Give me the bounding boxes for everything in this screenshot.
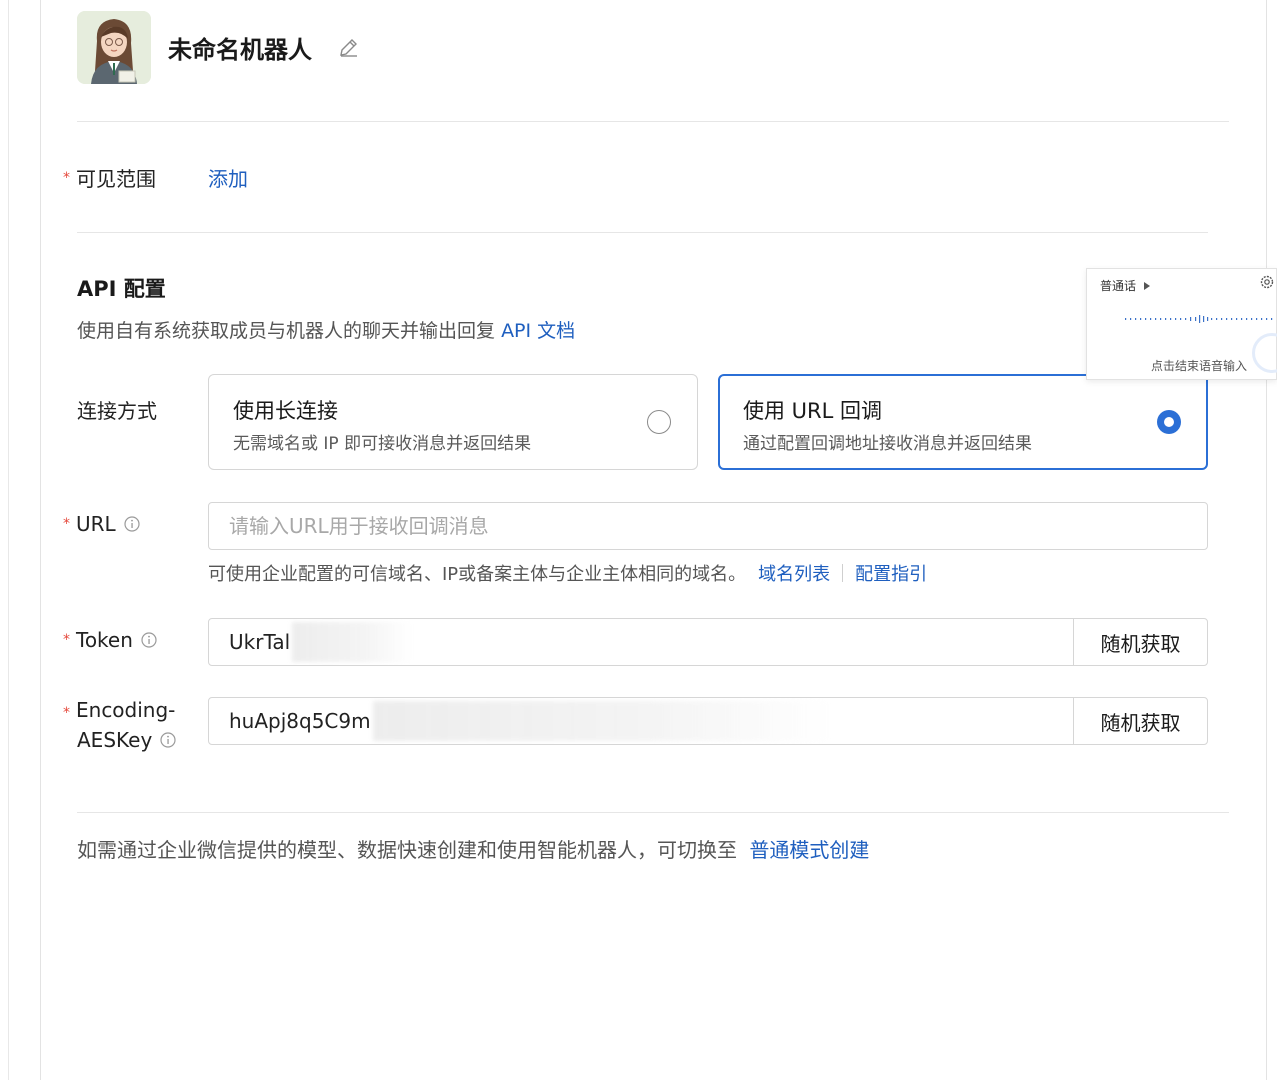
footer-divider bbox=[77, 812, 1229, 813]
page-left-border bbox=[8, 0, 9, 1080]
required-mark: * bbox=[63, 632, 70, 648]
connection-option-title: 使用 URL 回调 bbox=[743, 399, 883, 423]
api-section-title: API 配置 bbox=[77, 277, 166, 301]
info-icon[interactable] bbox=[141, 632, 157, 648]
panel-left-border bbox=[40, 0, 41, 1080]
url-hint-text: 可使用企业配置的可信域名、IP或备案主体与企业主体相同的域名。 bbox=[208, 564, 747, 585]
required-mark: * bbox=[63, 516, 70, 532]
visibility-row: * 可见范围 bbox=[63, 163, 156, 192]
add-visibility-link[interactable]: 添加 bbox=[208, 163, 248, 192]
voice-language: 普通话 bbox=[1100, 279, 1137, 293]
aeskey-label-line1-row: * Encoding- bbox=[63, 698, 176, 722]
voice-stop-hint[interactable]: 点击结束语音输入 bbox=[1151, 357, 1247, 374]
aeskey-label-line2-row: AESKey bbox=[77, 728, 176, 752]
edit-name-icon[interactable] bbox=[337, 35, 361, 59]
url-input[interactable] bbox=[208, 502, 1208, 550]
bot-name: 未命名机器人 bbox=[168, 36, 312, 64]
token-label: Token bbox=[76, 628, 133, 652]
voice-language-selector[interactable]: 普通话 bbox=[1100, 277, 1151, 294]
domain-list-link[interactable]: 域名列表 bbox=[758, 560, 830, 586]
required-mark: * bbox=[63, 169, 70, 186]
token-redacted bbox=[292, 622, 413, 662]
token-random-button[interactable]: 随机获取 bbox=[1073, 619, 1207, 665]
token-value: UkrTal bbox=[229, 630, 291, 654]
aeskey-label-line1: Encoding- bbox=[76, 698, 176, 722]
aeskey-random-button[interactable]: 随机获取 bbox=[1073, 698, 1207, 744]
config-guide-link[interactable]: 配置指引 bbox=[855, 560, 927, 586]
url-label: URL bbox=[76, 512, 116, 536]
footer-note: 如需通过企业微信提供的模型、数据快速创建和使用智能机器人，可切换至 普通模式创建 bbox=[77, 834, 869, 863]
aeskey-value: huApj8q5C9m bbox=[229, 709, 371, 733]
visibility-label: 可见范围 bbox=[76, 167, 156, 191]
radio-unselected[interactable] bbox=[647, 410, 671, 434]
footer-text: 如需通过企业微信提供的模型、数据快速创建和使用智能机器人，可切换至 bbox=[77, 838, 737, 862]
required-mark: * bbox=[63, 705, 70, 721]
api-doc-link[interactable]: API 文档 bbox=[501, 320, 575, 342]
avatar-illustration-icon bbox=[77, 11, 151, 84]
aeskey-input-group: huApj8q5C9m 随机获取 bbox=[208, 697, 1208, 745]
aeskey-label-line2: AESKey bbox=[77, 728, 153, 752]
aeskey-redacted bbox=[372, 701, 833, 741]
connection-option-desc: 无需域名或 IP 即可接收消息并返回结果 bbox=[233, 434, 532, 454]
visibility-divider bbox=[77, 232, 1208, 233]
connection-option-url-callback[interactable]: 使用 URL 回调 通过配置回调地址接收消息并返回结果 bbox=[718, 374, 1208, 470]
api-description-text: 使用自有系统获取成员与机器人的聊天并输出回复 bbox=[77, 320, 496, 342]
play-arrow-icon bbox=[1144, 281, 1151, 290]
aeskey-input[interactable]: huApj8q5C9m bbox=[209, 698, 1073, 744]
bot-avatar[interactable] bbox=[77, 11, 151, 84]
token-input-group: UkrTal 随机获取 bbox=[208, 618, 1208, 666]
url-hint: 可使用企业配置的可信域名、IP或备案主体与企业主体相同的域名。 域名列表 配置指… bbox=[208, 560, 927, 586]
connection-label: 连接方式 bbox=[77, 399, 157, 423]
connection-option-long[interactable]: 使用长连接 无需域名或 IP 即可接收消息并返回结果 bbox=[208, 374, 698, 470]
connection-option-title: 使用长连接 bbox=[233, 399, 338, 423]
aeskey-label-block: * Encoding- AESKey bbox=[63, 698, 176, 752]
panel-right-border bbox=[1266, 0, 1267, 1080]
token-input[interactable]: UkrTal bbox=[209, 619, 1073, 665]
gear-icon[interactable] bbox=[1260, 275, 1274, 289]
normal-mode-link[interactable]: 普通模式创建 bbox=[749, 838, 869, 862]
info-icon[interactable] bbox=[160, 732, 176, 748]
voice-input-popup: 普通话 点击结束语音输入 bbox=[1086, 268, 1277, 380]
token-label-row: * Token bbox=[63, 628, 157, 652]
info-icon[interactable] bbox=[124, 516, 140, 532]
link-separator bbox=[842, 564, 844, 582]
header-divider bbox=[77, 121, 1229, 122]
microphone-button-icon[interactable] bbox=[1252, 333, 1277, 373]
api-section-description: 使用自有系统获取成员与机器人的聊天并输出回复 API 文档 bbox=[77, 316, 575, 343]
url-label-row: * URL bbox=[63, 512, 140, 536]
radio-selected[interactable] bbox=[1157, 410, 1181, 434]
connection-option-desc: 通过配置回调地址接收消息并返回结果 bbox=[743, 434, 1032, 454]
voice-waveform-icon bbox=[1125, 315, 1273, 323]
